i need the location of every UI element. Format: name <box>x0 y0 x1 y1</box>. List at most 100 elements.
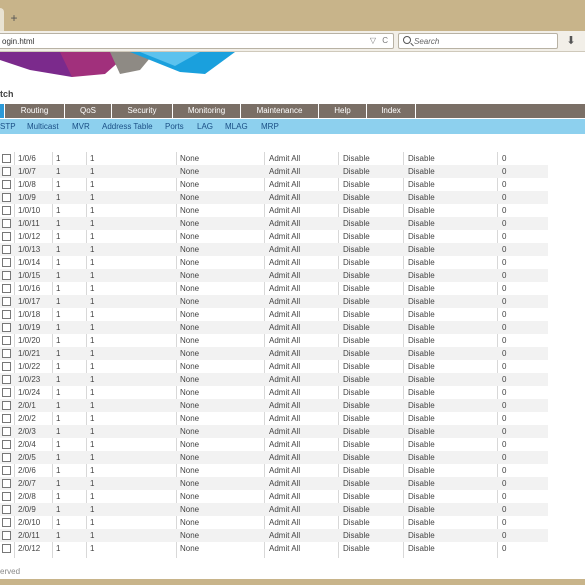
row-checkbox[interactable] <box>2 154 11 163</box>
table-cell-c3: 1 <box>90 323 95 332</box>
table-row: 1/0/11 1 1 None Admit All Disable Disable 0 <box>0 217 548 230</box>
table-cell-c8: 0 <box>502 167 507 176</box>
table-cell-c7: Disable <box>408 284 435 293</box>
reload-icon[interactable]: ▽ C <box>370 36 390 45</box>
row-checkbox[interactable] <box>2 297 11 306</box>
table-cell-c2: 1 <box>56 414 61 423</box>
row-checkbox[interactable] <box>2 401 11 410</box>
table-cell-c4: None <box>180 323 200 332</box>
table-cell-c5: Admit All <box>269 193 301 202</box>
row-checkbox[interactable] <box>2 167 11 176</box>
new-tab-button[interactable]: + <box>7 10 21 26</box>
menu-security[interactable]: Security <box>111 104 172 118</box>
table-cell-c5: Admit All <box>269 401 301 410</box>
row-checkbox[interactable] <box>2 323 11 332</box>
table-cell-c3: 1 <box>90 414 95 423</box>
row-checkbox[interactable] <box>2 206 11 215</box>
menu-monitoring[interactable]: Monitoring <box>172 104 240 118</box>
table-row: 2/0/10 1 1 None Admit All Disable Disable 0 <box>0 516 548 529</box>
table-cell-c3: 1 <box>90 427 95 436</box>
row-checkbox[interactable] <box>2 362 11 371</box>
table-cell-c3: 1 <box>90 245 95 254</box>
row-checkbox[interactable] <box>2 193 11 202</box>
menu-qos[interactable]: QoS <box>64 104 111 118</box>
row-checkbox[interactable] <box>2 531 11 540</box>
menu-maintenance[interactable]: Maintenance <box>240 104 318 118</box>
row-checkbox[interactable] <box>2 440 11 449</box>
row-checkbox[interactable] <box>2 479 11 488</box>
table-cell-c5: Admit All <box>269 232 301 241</box>
row-checkbox[interactable] <box>2 414 11 423</box>
row-checkbox[interactable] <box>2 388 11 397</box>
table-cell-c8: 0 <box>502 310 507 319</box>
table-cell-c2: 1 <box>56 271 61 280</box>
row-checkbox[interactable] <box>2 375 11 384</box>
table-cell-c3: 1 <box>90 401 95 410</box>
table-cell-c8: 0 <box>502 401 507 410</box>
row-checkbox[interactable] <box>2 544 11 553</box>
table-cell-c3: 1 <box>90 219 95 228</box>
submenu-ports[interactable]: Ports <box>165 119 184 134</box>
address-bar[interactable]: ogin.html ▽ C <box>0 33 394 49</box>
table-row: 2/0/7 1 1 None Admit All Disable Disable 0 <box>0 477 548 490</box>
table-cell-port: 1/0/17 <box>18 297 41 306</box>
url-text[interactable]: ogin.html <box>2 37 34 46</box>
table-cell-c2: 1 <box>56 479 61 488</box>
table-cell-c5: Admit All <box>269 284 301 293</box>
table-cell-c6: Disable <box>343 401 370 410</box>
row-checkbox[interactable] <box>2 505 11 514</box>
browser-tab[interactable] <box>0 8 4 33</box>
row-checkbox[interactable] <box>2 271 11 280</box>
table-cell-c8: 0 <box>502 544 507 553</box>
table-cell-port: 1/0/19 <box>18 323 41 332</box>
row-checkbox[interactable] <box>2 518 11 527</box>
table-cell-c4: None <box>180 453 200 462</box>
row-checkbox[interactable] <box>2 336 11 345</box>
row-checkbox[interactable] <box>2 245 11 254</box>
row-checkbox[interactable] <box>2 180 11 189</box>
submenu-mrp[interactable]: MRP <box>261 119 279 134</box>
table-cell-c7: Disable <box>408 245 435 254</box>
table-cell-c2: 1 <box>56 518 61 527</box>
menu-index[interactable]: Index <box>366 104 416 118</box>
table-cell-c8: 0 <box>502 427 507 436</box>
table-cell-c7: Disable <box>408 206 435 215</box>
table-cell-c4: None <box>180 154 200 163</box>
table-cell-c7: Disable <box>408 271 435 280</box>
table-row: 1/0/13 1 1 None Admit All Disable Disable 0 <box>0 243 548 256</box>
table-row: 2/0/4 1 1 None Admit All Disable Disable 0 <box>0 438 548 451</box>
row-checkbox[interactable] <box>2 349 11 358</box>
download-icon[interactable]: ⬇ <box>564 34 578 48</box>
table-cell-c6: Disable <box>343 362 370 371</box>
table-cell-c6: Disable <box>343 544 370 553</box>
search-input[interactable]: Search <box>398 33 558 49</box>
menu-routing[interactable]: Routing <box>4 104 64 118</box>
row-checkbox[interactable] <box>2 232 11 241</box>
row-checkbox[interactable] <box>2 310 11 319</box>
submenu-mvr[interactable]: MVR <box>72 119 90 134</box>
table-cell-c5: Admit All <box>269 336 301 345</box>
table-cell-c4: None <box>180 531 200 540</box>
table-cell-c7: Disable <box>408 466 435 475</box>
submenu-stp[interactable]: STP <box>0 119 16 134</box>
submenu-lag[interactable]: LAG <box>197 119 213 134</box>
menu-help[interactable]: Help <box>318 104 366 118</box>
table-cell-c6: Disable <box>343 245 370 254</box>
table-cell-port: 1/0/9 <box>18 193 36 202</box>
row-checkbox[interactable] <box>2 453 11 462</box>
submenu-mlag[interactable]: MLAG <box>225 119 248 134</box>
row-checkbox[interactable] <box>2 427 11 436</box>
row-checkbox[interactable] <box>2 466 11 475</box>
table-cell-c6: Disable <box>343 453 370 462</box>
row-checkbox[interactable] <box>2 492 11 501</box>
row-checkbox[interactable] <box>2 258 11 267</box>
table-cell-c7: Disable <box>408 154 435 163</box>
submenu-address-table[interactable]: Address Table <box>102 119 153 134</box>
table-cell-port: 1/0/6 <box>18 154 36 163</box>
submenu-multicast[interactable]: Multicast <box>27 119 59 134</box>
row-checkbox[interactable] <box>2 284 11 293</box>
table-cell-c8: 0 <box>502 258 507 267</box>
table-cell-c3: 1 <box>90 258 95 267</box>
row-checkbox[interactable] <box>2 219 11 228</box>
table-cell-c8: 0 <box>502 362 507 371</box>
